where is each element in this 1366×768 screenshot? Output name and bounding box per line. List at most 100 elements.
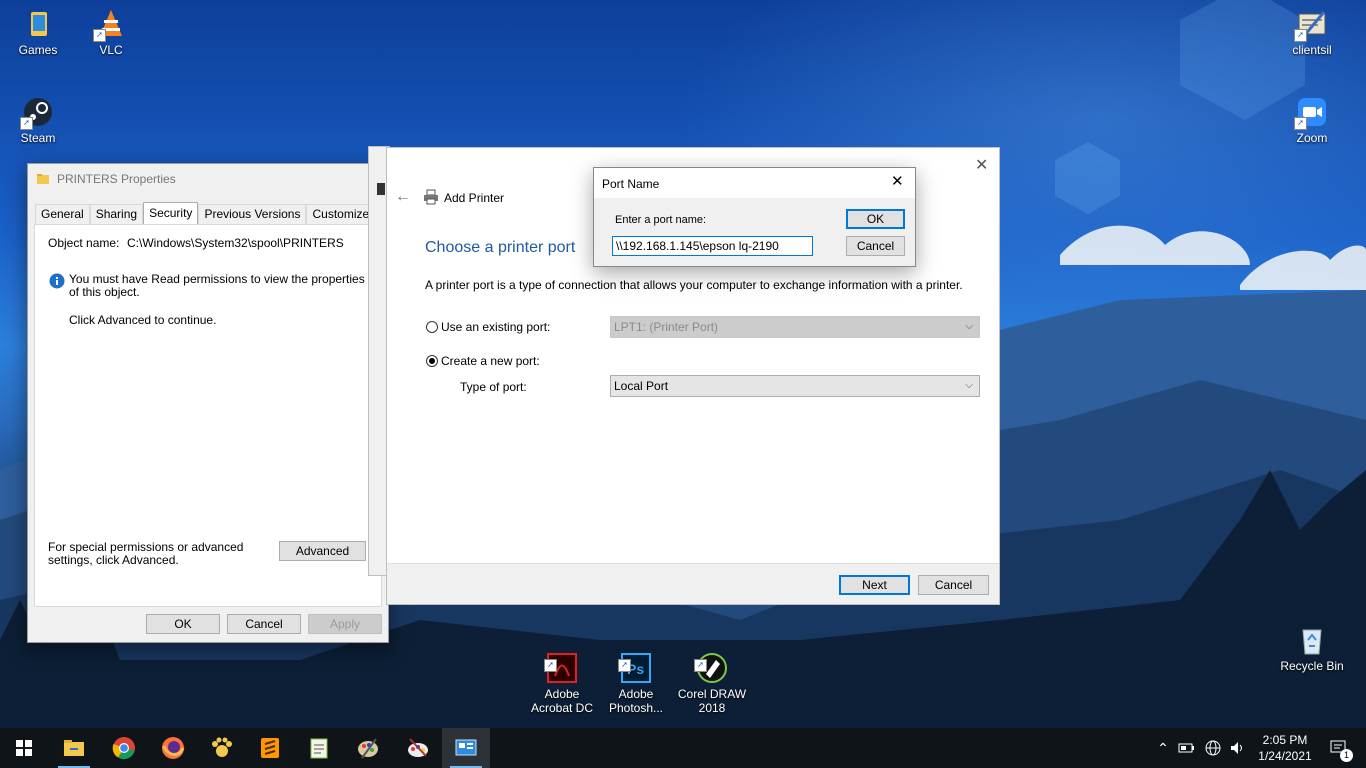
wizard-heading: Choose a printer port [425, 239, 576, 256]
properties-ok-button[interactable]: OK [146, 614, 220, 634]
dialog-title: Port Name [602, 177, 660, 191]
dialog-cancel-button[interactable]: Cancel [846, 236, 905, 256]
back-arrow-icon[interactable]: ← [395, 188, 411, 206]
close-icon[interactable]: ✕ [891, 174, 904, 190]
desktop-icon-label: Adobe Photosh... [608, 687, 664, 715]
shortcut-arrow-icon: ➚ [1294, 117, 1307, 130]
wizard-cancel-button[interactable]: Cancel [918, 575, 989, 595]
firefox-icon [162, 737, 185, 759]
taskbar-chrome[interactable] [100, 728, 148, 768]
type-of-port-value: Local Port [614, 379, 669, 393]
existing-port-value: LPT1: (Printer Port) [614, 320, 719, 334]
taskbar-sublime[interactable] [246, 728, 294, 768]
vlc-cone-icon: ➚ [93, 8, 127, 42]
shortcut-arrow-icon: ➚ [544, 659, 557, 672]
shortcut-arrow-icon: ➚ [618, 659, 631, 672]
desktop-icon-clientsil[interactable]: ➚ clientsil [1274, 8, 1350, 57]
object-name-value: C:\Windows\System32\spool\PRINTERS [127, 236, 344, 250]
desktop-icon-coreldraw[interactable]: ➚ Corel DRAW 2018 [674, 624, 750, 729]
advanced-button[interactable]: Advanced [279, 541, 366, 561]
use-existing-port-label: Use an existing port: [441, 320, 551, 334]
chevron-down-icon: ⌵ [965, 380, 973, 391]
desktop-icon-acrobat[interactable]: ➚ Adobe Acrobat DC [524, 624, 600, 729]
existing-port-dropdown[interactable]: LPT1: (Printer Port) ⌵ [610, 316, 980, 338]
properties-apply-button[interactable]: Apply [308, 614, 382, 634]
click-advanced-text: Click Advanced to continue. [69, 313, 217, 327]
tab-security[interactable]: Security [143, 202, 199, 224]
create-new-port-label: Create a new port: [441, 354, 540, 368]
desktop-icon-photoshop[interactable]: Ps ➚ Adobe Photosh... [598, 624, 674, 729]
desktop-icon-label: Steam [20, 131, 56, 145]
desktop-icon-zoom[interactable]: ➚ Zoom [1274, 96, 1350, 145]
port-name-input[interactable]: \\192.168.1.145\epson lq-2190 [612, 236, 813, 256]
games-folder-icon [22, 8, 54, 40]
clock-date: 1/24/2021 [1258, 749, 1312, 763]
volume-icon[interactable] [1226, 728, 1248, 768]
desktop-icon-steam[interactable]: ➚ Steam [0, 96, 76, 145]
windows-logo-icon [16, 740, 32, 756]
taskbar-paint-brush[interactable] [394, 728, 442, 768]
tab-general[interactable]: General [35, 204, 90, 224]
port-name-dialog: Port Name ✕ Enter a port name: \\192.168… [593, 167, 916, 267]
desktop-icon-vlc[interactable]: ➚ VLC [73, 8, 149, 57]
acrobat-pdf-icon: ➚ [544, 638, 578, 683]
desktop-icon-games[interactable]: Games [0, 8, 76, 57]
taskbar-paint[interactable] [344, 728, 392, 768]
desktop-icon-label: Adobe Acrobat DC [530, 687, 594, 715]
tab-customize[interactable]: Customize [306, 204, 376, 224]
properties-cancel-button[interactable]: Cancel [227, 614, 301, 634]
window-title: PRINTERS Properties [57, 172, 176, 186]
clock[interactable]: 2:05 PM 1/24/2021 [1252, 728, 1318, 768]
security-panel: Object name: C:\Windows\System32\spool\P… [34, 224, 382, 607]
paint-icon [358, 738, 378, 759]
sublime-icon [261, 738, 279, 758]
printer-icon [423, 189, 439, 208]
clientsil-app-icon: ➚ [1294, 8, 1328, 42]
use-existing-port-radio[interactable] [426, 321, 438, 333]
permissions-info-text: You must have Read permissions to view t… [69, 272, 365, 299]
wizard-description: A printer port is a type of connection t… [425, 278, 963, 292]
notepad-plus-icon [310, 738, 328, 759]
dialog-ok-button[interactable]: OK [846, 209, 905, 229]
clock-time: 2:05 PM [1262, 733, 1308, 747]
network-globe-icon[interactable] [1202, 728, 1224, 768]
wizard-footer: Next Cancel [387, 563, 999, 604]
create-new-port-radio[interactable] [426, 355, 438, 367]
tab-previous-versions[interactable]: Previous Versions [198, 204, 307, 224]
printer-small-icon [377, 183, 385, 195]
desktop-icon-recycle-bin[interactable]: Recycle Bin [1274, 624, 1350, 673]
desktop-icon-label: Zoom [1296, 131, 1328, 145]
taskbar-firefox[interactable] [149, 728, 197, 768]
battery-icon[interactable] [1176, 728, 1198, 768]
taskbar-file-explorer[interactable] [50, 728, 98, 768]
taskbar-paw-app[interactable] [198, 728, 246, 768]
shortcut-arrow-icon: ➚ [20, 117, 33, 130]
next-button[interactable]: Next [839, 575, 910, 595]
control-panel-icon [455, 739, 477, 756]
action-center-button[interactable]: 1 [1318, 728, 1358, 768]
steam-icon: ➚ [20, 96, 54, 130]
taskbar: ⌃ 2:05 PM 1/24/2021 1 [0, 728, 1366, 768]
tab-sharing[interactable]: Sharing [89, 204, 144, 224]
taskbar-control-panel[interactable] [442, 728, 490, 768]
notification-count-badge: 1 [1340, 749, 1353, 762]
taskbar-notepad-plus[interactable] [295, 728, 343, 768]
properties-tabs: General Sharing Security Previous Versio… [35, 202, 376, 224]
file-explorer-icon [64, 740, 84, 756]
type-of-port-dropdown[interactable]: Local Port ⌵ [610, 375, 980, 397]
shortcut-arrow-icon: ➚ [93, 29, 106, 42]
chrome-icon [112, 737, 135, 760]
show-hidden-icons-chevron-icon[interactable]: ⌃ [1154, 728, 1172, 768]
folder-icon [36, 172, 50, 189]
recycle-bin-icon [1296, 624, 1328, 656]
coreldraw-icon: ➚ [694, 638, 728, 683]
start-button[interactable] [0, 728, 48, 768]
desktop-icon-label: VLC [99, 43, 123, 57]
port-name-prompt: Enter a port name: [615, 214, 707, 226]
paw-app-icon [212, 737, 232, 757]
photoshop-icon: Ps ➚ [618, 638, 652, 683]
desktop-icon-label: Corel DRAW 2018 [677, 687, 747, 715]
type-of-port-label: Type of port: [460, 380, 527, 394]
close-icon[interactable]: ✕ [975, 158, 988, 174]
printers-properties-window: PRINTERS Properties General Sharing Secu… [27, 163, 389, 643]
